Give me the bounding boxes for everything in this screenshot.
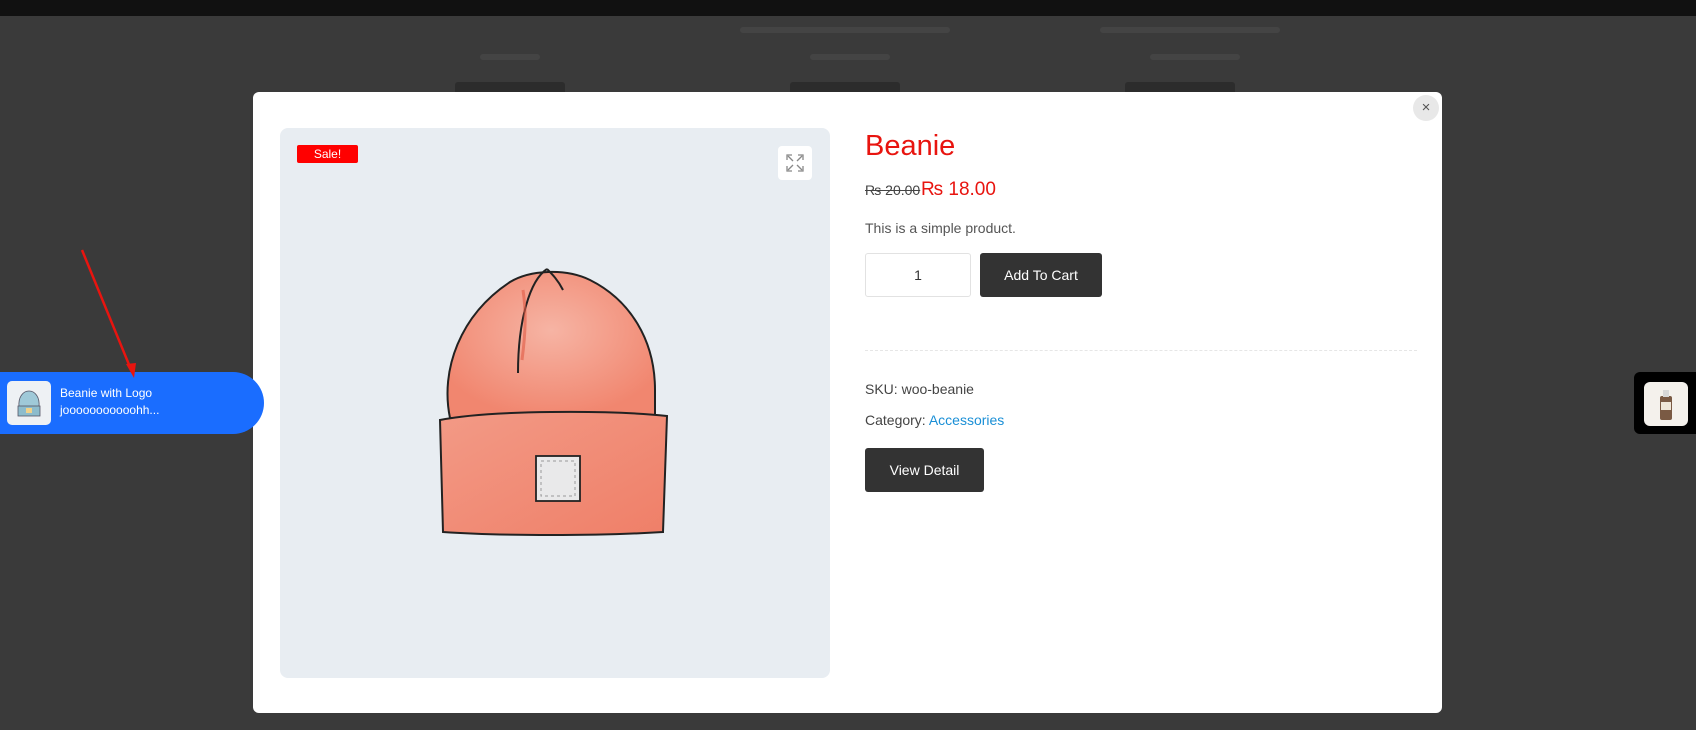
product-title: Beanie xyxy=(865,130,956,162)
regular-price: ₨ 20.00 xyxy=(865,182,921,198)
side-cart-widget[interactable] xyxy=(1634,372,1696,434)
annotation-arrow-icon xyxy=(80,249,136,378)
bottle-thumbnail-image xyxy=(1660,390,1672,420)
sku-line: SKU: woo-beanie xyxy=(865,380,974,398)
add-to-cart-button[interactable]: Add To Cart xyxy=(980,253,1102,297)
beanie-product-image xyxy=(438,268,669,536)
notification-subtitle: jooooooooooohh... xyxy=(60,403,160,417)
expand-icon-glyph xyxy=(786,154,804,172)
background-top-bar xyxy=(0,0,1696,16)
short-description: This is a simple product. xyxy=(865,220,1016,236)
view-detail-button[interactable]: View Detail xyxy=(865,448,984,492)
background-placeholder xyxy=(810,54,890,60)
sku-label: SKU: xyxy=(865,381,898,397)
category-label: Category: xyxy=(865,412,926,428)
divider xyxy=(865,350,1417,351)
background-placeholder xyxy=(740,27,950,33)
beanie-thumbnail-image xyxy=(17,390,41,417)
category-line: Category: Accessories xyxy=(865,411,1004,429)
close-icon[interactable]: × xyxy=(1413,95,1439,121)
background-placeholder xyxy=(1100,27,1280,33)
quantity-input[interactable] xyxy=(865,253,971,297)
notification-thumbnail xyxy=(7,381,51,425)
sale-badge: Sale! xyxy=(297,145,358,163)
background-placeholder xyxy=(1150,54,1240,60)
expand-icon[interactable] xyxy=(778,146,812,180)
category-link[interactable]: Accessories xyxy=(929,412,1004,428)
notification-title: Beanie with Logo xyxy=(60,386,153,400)
sku-value: woo-beanie xyxy=(901,381,974,397)
background-placeholder xyxy=(480,54,540,60)
sale-price: ₨ 18.00 xyxy=(921,179,996,200)
sales-notification[interactable]: Beanie with Logo jooooooooooohh... xyxy=(0,372,264,434)
product-thumbnail xyxy=(1644,382,1688,426)
